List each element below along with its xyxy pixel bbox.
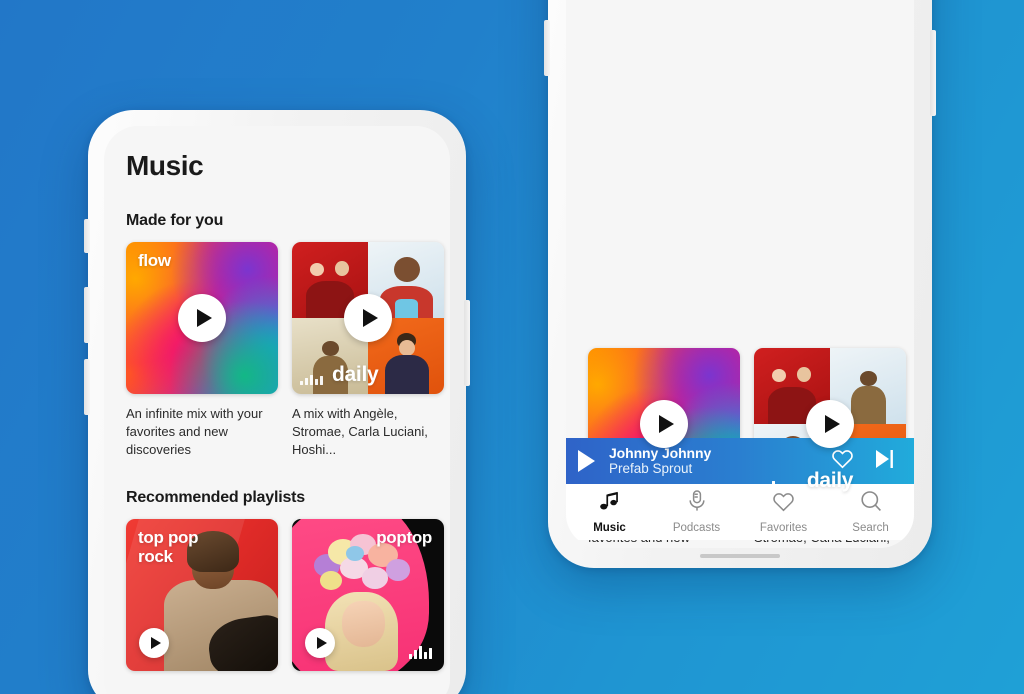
nav-label: Favorites bbox=[759, 521, 808, 534]
playlist-artwork-poptop[interactable]: poptop bbox=[292, 518, 444, 671]
playlist-artwork-flow[interactable]: flow bbox=[126, 242, 278, 394]
heart-icon bbox=[772, 491, 795, 517]
section-title-recommended-playlists: Recommended playlists bbox=[126, 488, 305, 506]
playlist-card-top-pop-rock[interactable]: top pop rock bbox=[126, 518, 278, 671]
artwork-label: top pop rock bbox=[138, 527, 199, 566]
nav-item-search[interactable]: Search bbox=[827, 490, 914, 534]
nav-item-music[interactable]: Music bbox=[566, 491, 653, 534]
recommended-playlists-card-row: top pop rock poptop bbox=[126, 518, 444, 671]
playlist-artwork-top-pop-rock[interactable]: top pop rock bbox=[126, 518, 278, 671]
left-phone-volume-down-button[interactable] bbox=[84, 359, 90, 415]
search-icon bbox=[860, 490, 882, 517]
artwork-label: flow bbox=[138, 251, 171, 270]
now-playing-bar[interactable]: Johnny Johnny Prefab Sprout bbox=[566, 438, 914, 484]
left-phone-volume-up-button[interactable] bbox=[84, 287, 90, 343]
nav-item-favorites[interactable]: Favorites bbox=[740, 491, 827, 534]
left-phone-mute-switch[interactable] bbox=[84, 219, 90, 253]
playlist-description: A mix with Angèle, Stromae, Carla Lucian… bbox=[292, 406, 428, 457]
left-phone-screen: Music Made for you flow An infinite mix … bbox=[104, 126, 450, 694]
nav-label: Search bbox=[852, 522, 889, 534]
playlist-artwork-daily[interactable]: daily bbox=[292, 242, 444, 394]
microphone-icon bbox=[687, 490, 707, 517]
play-icon[interactable] bbox=[578, 450, 595, 472]
artwork-label: daily bbox=[806, 469, 854, 492]
section-title-made-for-you: Made for you bbox=[126, 212, 224, 229]
skip-next-icon[interactable] bbox=[874, 449, 896, 474]
page-title: Music bbox=[126, 150, 204, 181]
play-icon[interactable] bbox=[178, 294, 226, 342]
playlist-card-daily[interactable]: daily A mix with Angèle, Stromae, Carla … bbox=[292, 242, 444, 459]
playlist-card-poptop[interactable]: poptop bbox=[292, 518, 444, 671]
play-icon[interactable] bbox=[640, 400, 688, 448]
play-icon[interactable] bbox=[806, 400, 854, 448]
play-icon[interactable] bbox=[139, 627, 169, 658]
music-note-icon bbox=[599, 491, 621, 517]
equalizer-icon bbox=[409, 645, 432, 659]
play-icon[interactable] bbox=[344, 294, 392, 342]
bottom-navigation-bar[interactable]: Music Podcasts Favorites Search bbox=[566, 484, 914, 540]
made-for-you-card-row: flow An infinite mix with your favorites… bbox=[126, 242, 444, 459]
right-phone-volume-button[interactable] bbox=[544, 20, 550, 76]
home-indicator bbox=[700, 554, 780, 558]
play-icon[interactable] bbox=[305, 627, 335, 658]
playlist-card-flow[interactable]: flow An infinite mix with your favorites… bbox=[126, 242, 278, 459]
right-phone-screen: An infinite mix with your favorites and … bbox=[566, 0, 914, 548]
now-playing-title: Johnny Johnny bbox=[609, 444, 712, 461]
playlist-description: An infinite mix with your favorites and … bbox=[126, 406, 263, 457]
nav-label: Podcasts bbox=[672, 522, 721, 534]
now-playing-artist: Prefab Sprout bbox=[609, 461, 693, 477]
equalizer-icon bbox=[762, 480, 780, 491]
artwork-label: daily bbox=[332, 363, 379, 386]
left-phone-power-button[interactable] bbox=[464, 300, 470, 386]
now-playing-meta: Johnny Johnny Prefab Sprout bbox=[609, 445, 831, 477]
nav-label: Music bbox=[593, 521, 626, 534]
nav-item-podcasts[interactable]: Podcasts bbox=[653, 490, 740, 534]
equalizer-icon bbox=[300, 374, 323, 385]
right-phone-power-button[interactable] bbox=[930, 30, 936, 116]
artwork-label: poptop bbox=[376, 527, 432, 547]
